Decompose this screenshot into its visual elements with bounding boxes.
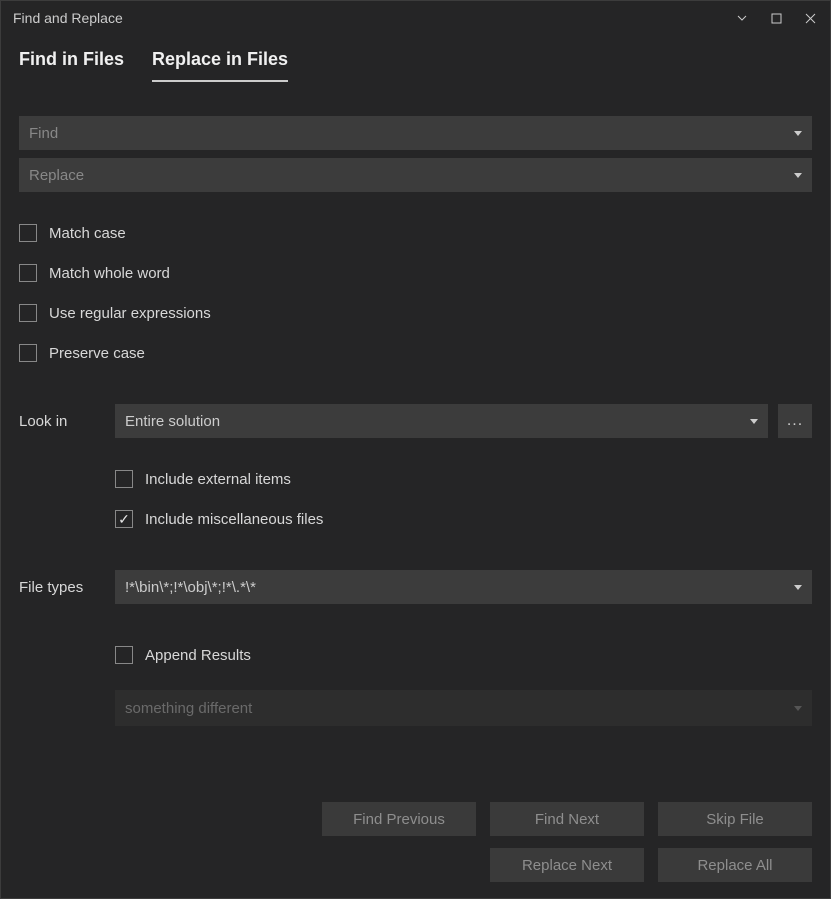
look-in-value: Entire solution	[125, 413, 750, 430]
match-whole-word-checkbox[interactable]	[19, 264, 37, 282]
file-types-value: !*\bin\*;!*\obj\*;!*\.*\*	[125, 579, 794, 596]
match-case-label: Match case	[49, 225, 126, 242]
preserve-case-label: Preserve case	[49, 345, 145, 362]
tab-replace-in-files[interactable]: Replace in Files	[152, 49, 288, 82]
chevron-down-icon	[794, 131, 802, 136]
find-next-button[interactable]: Find Next	[490, 802, 644, 836]
browse-button[interactable]: ...	[778, 404, 812, 438]
find-input[interactable]: Find	[19, 116, 812, 150]
replace-all-button[interactable]: Replace All	[658, 848, 812, 882]
match-whole-word-label: Match whole word	[49, 265, 170, 282]
replace-next-button[interactable]: Replace Next	[490, 848, 644, 882]
find-placeholder: Find	[29, 125, 794, 142]
titlebar: Find and Replace	[1, 1, 830, 35]
skip-file-button[interactable]: Skip File	[658, 802, 812, 836]
append-results-label: Append Results	[145, 647, 251, 664]
content-area: Find Replace Match case Match whole word…	[1, 82, 830, 802]
titlebar-controls	[734, 10, 818, 26]
include-misc-label: Include miscellaneous files	[145, 511, 323, 528]
file-types-label: File types	[19, 579, 115, 596]
preserve-case-checkbox[interactable]	[19, 344, 37, 362]
chevron-down-icon	[750, 419, 758, 424]
include-misc-checkbox[interactable]	[115, 510, 133, 528]
find-replace-window: Find and Replace Find in Files Replace i…	[0, 0, 831, 899]
chevron-down-icon	[794, 706, 802, 711]
chevron-down-icon	[794, 173, 802, 178]
tab-find-in-files[interactable]: Find in Files	[19, 49, 124, 82]
chevron-down-icon	[794, 585, 802, 590]
minimize-button[interactable]	[734, 10, 750, 26]
close-button[interactable]	[802, 10, 818, 26]
button-row-1: Find Previous Find Next Skip File	[1, 802, 830, 848]
match-case-checkbox[interactable]	[19, 224, 37, 242]
replace-placeholder: Replace	[29, 167, 794, 184]
maximize-button[interactable]	[768, 10, 784, 26]
append-results-checkbox[interactable]	[115, 646, 133, 664]
file-types-dropdown[interactable]: !*\bin\*;!*\obj\*;!*\.*\*	[115, 570, 812, 604]
include-external-label: Include external items	[145, 471, 291, 488]
look-in-dropdown[interactable]: Entire solution	[115, 404, 768, 438]
append-results-value: something different	[125, 700, 794, 717]
append-results-dropdown: something different	[115, 690, 812, 726]
window-title: Find and Replace	[13, 10, 123, 26]
look-in-label: Look in	[19, 413, 115, 430]
include-external-checkbox[interactable]	[115, 470, 133, 488]
use-regex-checkbox[interactable]	[19, 304, 37, 322]
button-row-2: Replace Next Replace All	[1, 848, 830, 898]
replace-input[interactable]: Replace	[19, 158, 812, 192]
tabs: Find in Files Replace in Files	[1, 35, 830, 82]
use-regex-label: Use regular expressions	[49, 305, 211, 322]
find-previous-button[interactable]: Find Previous	[322, 802, 476, 836]
